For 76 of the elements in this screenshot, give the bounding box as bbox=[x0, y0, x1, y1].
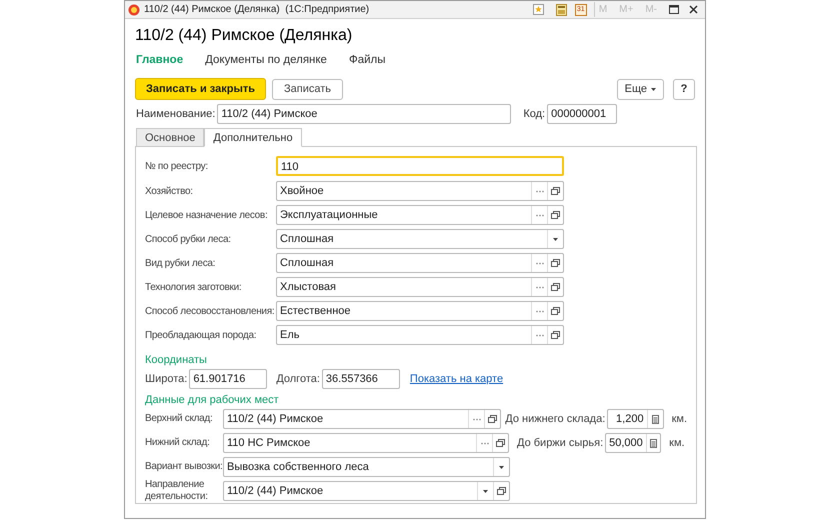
maximize-icon[interactable] bbox=[669, 5, 679, 14]
field-label: До нижнего склада: bbox=[505, 412, 606, 427]
app-logo-icon bbox=[128, 4, 140, 16]
open-icon[interactable] bbox=[496, 439, 505, 448]
window-title: 110/2 (44) Римское (Делянка) (1С:Предприятие) bbox=[144, 3, 370, 17]
field-label: Верхний склад: bbox=[145, 413, 214, 426]
input-field[interactable]: Хлыстовая bbox=[276, 277, 564, 298]
save-button[interactable]: Записать bbox=[272, 78, 344, 100]
section-heading: Координаты bbox=[145, 353, 208, 368]
tab[interactable]: Дополнительно bbox=[204, 128, 302, 148]
ellipsis-icon[interactable] bbox=[480, 442, 488, 445]
input-field[interactable]: 36.557366 bbox=[322, 369, 400, 390]
caret-icon[interactable] bbox=[483, 490, 488, 493]
input-field[interactable]: Сплошная bbox=[276, 253, 564, 274]
more-button[interactable]: Еще bbox=[616, 78, 664, 100]
input-field[interactable]: Ель bbox=[276, 325, 564, 346]
input-field[interactable]: 1,200 bbox=[607, 409, 664, 430]
ellipsis-icon[interactable] bbox=[536, 214, 544, 217]
open-icon[interactable] bbox=[551, 307, 560, 316]
nav-tab[interactable]: Файлы bbox=[348, 52, 386, 70]
field-label: Вид рубки леса: bbox=[145, 256, 216, 271]
input-field[interactable]: Сплошная bbox=[276, 229, 564, 250]
field-label: № по реестру: bbox=[145, 160, 209, 174]
field-label: До биржи сырья: bbox=[517, 436, 604, 451]
input-field[interactable]: 61.901716 bbox=[189, 369, 268, 390]
ellipsis-icon[interactable] bbox=[536, 334, 544, 337]
open-icon[interactable] bbox=[551, 187, 560, 196]
field-label: Способ рубки леса: bbox=[145, 232, 232, 247]
map-link[interactable]: Показать на карте bbox=[410, 371, 504, 388]
caret-icon[interactable] bbox=[499, 466, 504, 469]
caret-icon[interactable] bbox=[651, 88, 656, 91]
input-field[interactable]: 50,000 bbox=[605, 433, 662, 454]
ellipsis-icon[interactable] bbox=[536, 190, 544, 193]
ellipsis-icon[interactable] bbox=[536, 262, 544, 265]
field-label: Широта: bbox=[145, 372, 188, 387]
field-label: Наименование: bbox=[136, 107, 216, 122]
input-field[interactable]: 110/2 (44) Римское bbox=[217, 104, 512, 124]
form-title: 110/2 (44) Римское (Делянка) bbox=[135, 26, 354, 46]
field-label: Хозяйство: bbox=[145, 184, 194, 199]
input-field[interactable]: Хвойное bbox=[276, 181, 564, 202]
open-icon[interactable] bbox=[497, 487, 506, 496]
input-field[interactable]: 110 bbox=[276, 156, 564, 176]
open-icon[interactable] bbox=[551, 211, 560, 220]
open-icon[interactable] bbox=[551, 283, 560, 292]
field-label: Долгота: bbox=[276, 372, 320, 387]
field-label: Код: bbox=[523, 107, 546, 122]
ellipsis-icon[interactable] bbox=[472, 418, 481, 421]
field-label: Технология заготовки: bbox=[145, 280, 242, 295]
close-icon[interactable] bbox=[689, 5, 698, 14]
caret-icon[interactable] bbox=[553, 238, 558, 241]
open-icon[interactable] bbox=[488, 415, 498, 424]
input-field[interactable]: Вывозка собственного леса bbox=[223, 457, 510, 478]
unit-label: км. bbox=[669, 436, 685, 451]
field-label: Преобладающая порода: bbox=[145, 328, 258, 343]
open-icon[interactable] bbox=[551, 331, 560, 340]
field-label: Вариант вывозки: bbox=[145, 461, 223, 474]
input-field[interactable]: 110/2 (44) Римское bbox=[223, 481, 510, 502]
section-heading: Данные для рабочих мест bbox=[145, 393, 280, 408]
unit-label: км. bbox=[672, 412, 687, 427]
input-field[interactable]: 110/2 (44) Римское bbox=[223, 409, 502, 430]
favorite-icon[interactable] bbox=[532, 4, 544, 15]
save-close-button[interactable]: Записать и закрыть bbox=[135, 78, 266, 100]
input-field[interactable]: Естественное bbox=[276, 301, 564, 322]
ellipsis-icon[interactable] bbox=[536, 310, 544, 313]
help-button[interactable]: ? bbox=[673, 78, 695, 100]
field-label: Нижний склад: bbox=[145, 437, 211, 450]
field-label: Направление деятельности: bbox=[145, 479, 209, 504]
tab[interactable]: Основное bbox=[136, 128, 204, 148]
input-field[interactable]: Эксплуатационные bbox=[276, 205, 564, 226]
ellipsis-icon[interactable] bbox=[536, 286, 544, 289]
field-label: Способ лесовосстановления: bbox=[145, 304, 276, 319]
input-field[interactable]: 110 НС Римское bbox=[223, 433, 509, 454]
input-field[interactable]: 000000001 bbox=[547, 104, 618, 124]
open-icon[interactable] bbox=[551, 259, 560, 268]
field-label: Целевое назначение лесов: bbox=[145, 208, 268, 223]
nav-tab[interactable]: Документы по делянке bbox=[205, 52, 327, 70]
